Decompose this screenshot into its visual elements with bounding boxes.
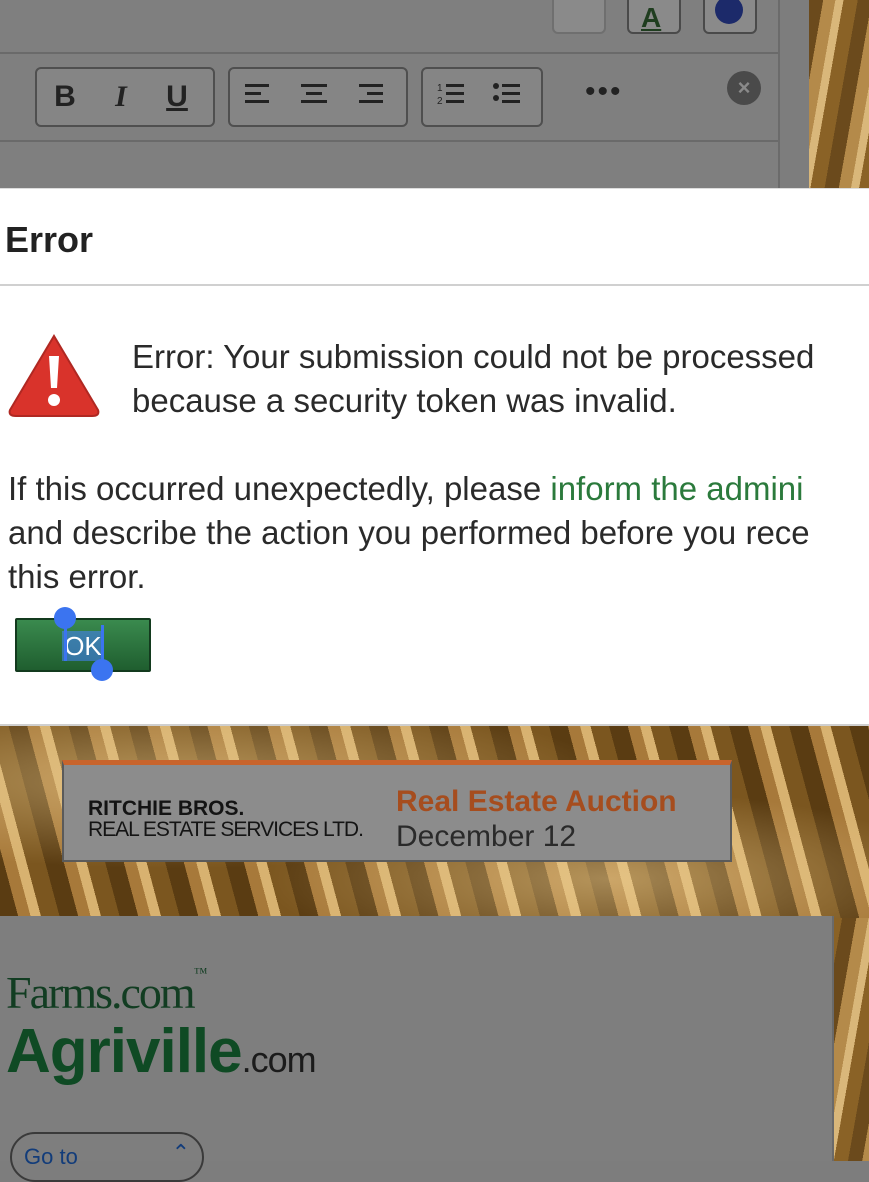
rich-text-editor: A B I U 12 ••• × <box>0 0 780 188</box>
ok-button[interactable]: OK <box>15 618 151 672</box>
format-group: B I U <box>35 67 215 127</box>
selection-end-handle[interactable] <box>91 659 113 681</box>
warning-icon <box>6 332 102 423</box>
svg-text:2: 2 <box>437 96 443 106</box>
farms-logo[interactable]: Farms.com™ <box>6 966 207 1019</box>
inform-admin-link[interactable]: inform the admini <box>550 470 803 507</box>
list-group: 12 <box>421 67 543 127</box>
svg-text:1: 1 <box>437 83 443 94</box>
ad-date: December 12 <box>396 820 577 853</box>
bulleted-list-icon[interactable] <box>479 80 535 114</box>
ad-headline: Real Estate Auction <box>396 785 677 818</box>
align-right-icon[interactable] <box>342 80 398 114</box>
emoji-icon[interactable] <box>703 0 757 34</box>
error-message: Error: Your submission could not be proc… <box>132 335 869 423</box>
font-color-icon[interactable]: A <box>627 0 681 34</box>
help-text: If this occurred unexpectedly, please in… <box>8 467 869 599</box>
agriville-logo[interactable]: Agriville.com <box>6 1016 317 1087</box>
dialog-divider <box>0 284 869 286</box>
align-left-icon[interactable] <box>230 80 286 114</box>
close-icon[interactable]: × <box>727 71 761 105</box>
ad-banner[interactable]: RITCHIE BROS. REAL ESTATE SERVICES LTD. … <box>62 760 732 862</box>
help-text-line2: and describe the action you performed be… <box>8 514 810 551</box>
error-message-line1: Error: Your submission could not be proc… <box>132 338 815 375</box>
bold-button[interactable]: B <box>37 80 93 114</box>
chevron-up-icon: ⌃ <box>171 1140 190 1165</box>
error-message-line2: because a security token was invalid. <box>132 382 677 419</box>
selection-end-bar <box>101 625 104 661</box>
goto-select[interactable]: Go to ⌃ <box>10 1132 204 1182</box>
goto-label: Go to <box>24 1144 78 1169</box>
selection-start-bar <box>64 625 67 661</box>
ad-company-subtitle: REAL ESTATE SERVICES LTD. <box>88 818 364 841</box>
italic-button[interactable]: I <box>93 80 149 114</box>
ok-button-label: OK <box>62 631 104 661</box>
help-text-prefix: If this occurred unexpectedly, please <box>8 470 551 507</box>
numbered-list-icon[interactable]: 12 <box>423 80 479 114</box>
more-options-button[interactable]: ••• <box>585 75 623 109</box>
align-center-icon[interactable] <box>286 80 342 114</box>
align-group <box>228 67 408 127</box>
editor-text-area[interactable] <box>0 140 778 190</box>
underline-button[interactable]: U <box>149 80 205 114</box>
error-dialog: Error Error: Your submission could not b… <box>0 188 869 726</box>
help-text-line3: this error. <box>8 558 146 595</box>
attach-icon[interactable] <box>552 0 606 34</box>
dialog-title: Error <box>5 219 94 260</box>
site-header: Farms.com™ Agriville.com Go to ⌃ <box>0 916 834 1182</box>
editor-top-toolbar: A <box>0 0 778 54</box>
